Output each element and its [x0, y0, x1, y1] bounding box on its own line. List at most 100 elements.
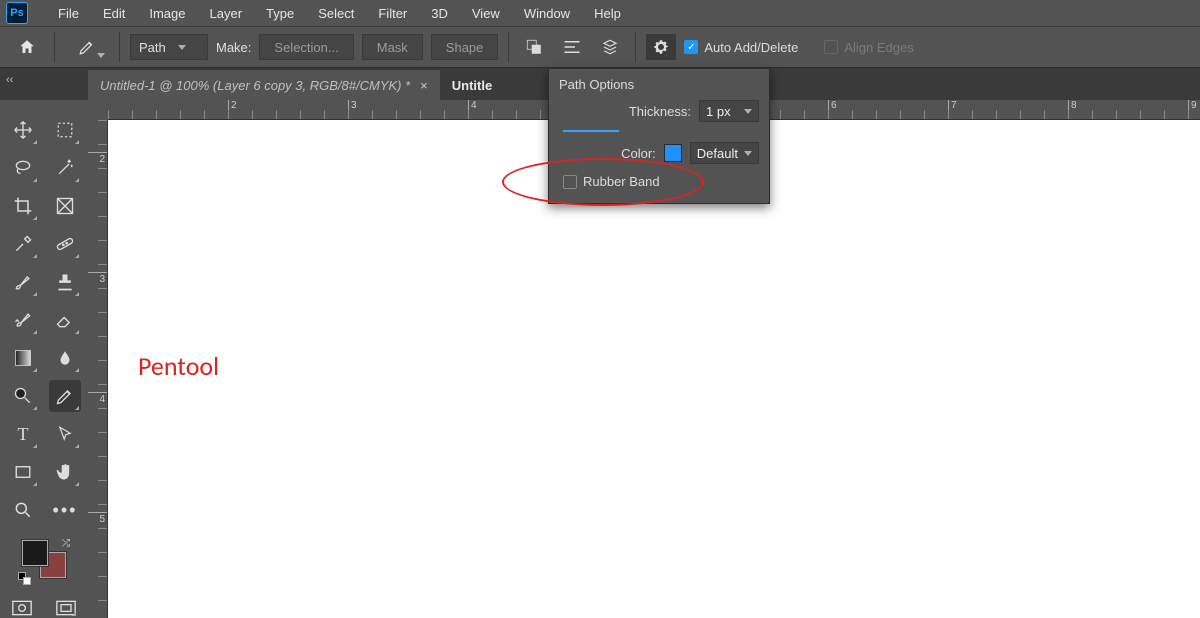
swap-colors-icon[interactable]: ⤮ — [62, 538, 70, 549]
lasso-icon — [13, 158, 33, 178]
rubber-band-label: Rubber Band — [583, 174, 660, 189]
eraser-tool[interactable] — [49, 304, 81, 336]
pen-tool[interactable] — [49, 380, 81, 412]
menu-filter[interactable]: Filter — [366, 0, 419, 26]
gradient-tool[interactable] — [7, 342, 39, 374]
menu-3d[interactable]: 3D — [419, 0, 460, 26]
thickness-label: Thickness: — [629, 104, 691, 119]
make-selection-button[interactable]: Selection... — [259, 34, 353, 60]
tab-title: Untitle — [452, 78, 492, 93]
healing-brush-tool[interactable] — [49, 228, 81, 260]
frame-tool[interactable] — [49, 190, 81, 222]
ruler-tick: 4 — [88, 392, 107, 405]
tool-preset-picker[interactable] — [65, 32, 109, 62]
menu-edit[interactable]: Edit — [91, 0, 137, 26]
menu-file[interactable]: File — [46, 0, 91, 26]
document-tab-2[interactable]: Untitle — [440, 70, 504, 100]
move-tool[interactable] — [7, 114, 39, 146]
color-label: Color: — [621, 146, 656, 161]
clone-stamp-tool[interactable] — [49, 266, 81, 298]
menu-select[interactable]: Select — [306, 0, 366, 26]
auto-add-delete-label: Auto Add/Delete — [704, 40, 798, 55]
ellipsis-icon: ••• — [53, 500, 78, 521]
menu-image[interactable]: Image — [137, 0, 197, 26]
history-brush-tool[interactable] — [7, 304, 39, 336]
dodge-tool[interactable] — [7, 380, 39, 412]
ruler-tick: 3 — [88, 272, 107, 285]
menu-type[interactable]: Type — [254, 0, 306, 26]
ruler-tick: 7 — [948, 100, 957, 119]
pen-icon — [78, 38, 96, 56]
gradient-icon — [14, 349, 32, 367]
ruler-tick: 3 — [348, 100, 357, 119]
menu-window[interactable]: Window — [512, 0, 582, 26]
menu-bar: Ps File Edit Image Layer Type Select Fil… — [0, 0, 1200, 26]
separator — [54, 32, 55, 62]
menu-view[interactable]: View — [460, 0, 512, 26]
history-brush-icon — [13, 310, 33, 330]
color-value: Default — [697, 146, 738, 161]
gear-icon — [652, 38, 670, 56]
make-shape-button[interactable]: Shape — [431, 34, 499, 60]
blur-tool[interactable] — [49, 342, 81, 374]
magic-wand-tool[interactable] — [49, 152, 81, 184]
stamp-icon — [55, 272, 75, 292]
home-button[interactable] — [10, 32, 44, 62]
hand-tool[interactable] — [49, 456, 81, 488]
brush-tool[interactable] — [7, 266, 39, 298]
zoom-tool[interactable] — [7, 494, 39, 526]
ruler-tick: 9 — [1188, 100, 1197, 119]
home-icon — [18, 38, 36, 56]
chevron-down-icon — [97, 53, 105, 58]
arrow-icon — [56, 424, 74, 444]
make-label: Make: — [216, 40, 251, 55]
crop-tool[interactable] — [7, 190, 39, 222]
document-tab-1[interactable]: Untitled-1 @ 100% (Layer 6 copy 3, RGB/8… — [88, 70, 440, 100]
screen-mode-button[interactable] — [54, 598, 78, 618]
path-arrangement-button[interactable] — [595, 34, 625, 60]
auto-add-delete-checkbox[interactable]: ✓ Auto Add/Delete — [684, 40, 798, 55]
tab-title: Untitled-1 @ 100% (Layer 6 copy 3, RGB/8… — [100, 78, 410, 93]
thickness-field[interactable]: 1 px — [699, 100, 759, 122]
eyedropper-icon — [13, 234, 33, 254]
color-swatch[interactable] — [664, 144, 682, 162]
color-dropdown[interactable]: Default — [690, 142, 759, 164]
type-icon: T — [18, 424, 29, 445]
marquee-icon — [56, 121, 74, 139]
edit-toolbar-button[interactable]: ••• — [49, 494, 81, 526]
thickness-value: 1 px — [706, 104, 731, 119]
crop-icon — [13, 196, 33, 216]
close-tab-icon[interactable]: × — [420, 78, 428, 93]
stack-icon — [601, 38, 619, 56]
ruler-origin[interactable] — [88, 100, 108, 120]
path-options-popover: Path Options Thickness: 1 px Color: Defa… — [548, 68, 770, 204]
make-mask-button[interactable]: Mask — [362, 34, 423, 60]
path-selection-tool[interactable] — [49, 418, 81, 450]
rubber-band-checkbox[interactable]: Rubber Band — [563, 174, 759, 189]
move-icon — [13, 120, 33, 140]
color-swatches[interactable]: ⤮ — [22, 540, 66, 578]
checkbox-empty-icon — [824, 40, 838, 54]
vertical-ruler[interactable]: 2 3 4 5 — [88, 120, 108, 618]
rectangle-icon — [14, 463, 32, 481]
path-operations-button[interactable] — [519, 34, 549, 60]
tool-panel: T ••• ⤮ — [0, 100, 88, 618]
lasso-tool[interactable] — [7, 152, 39, 184]
marquee-tool[interactable] — [49, 114, 81, 146]
foreground-color-swatch[interactable] — [22, 540, 48, 566]
tool-mode-dropdown[interactable]: Path — [130, 34, 208, 60]
menu-help[interactable]: Help — [582, 0, 633, 26]
panel-collapse-handle[interactable]: ‹‹ — [6, 74, 13, 86]
path-alignment-button[interactable] — [557, 34, 587, 60]
ruler-tick: 2 — [228, 100, 237, 119]
eyedropper-tool[interactable] — [7, 228, 39, 260]
type-tool[interactable]: T — [7, 418, 39, 450]
default-colors-icon[interactable] — [18, 572, 28, 582]
path-options-gear[interactable] — [646, 34, 676, 60]
menu-layer[interactable]: Layer — [198, 0, 255, 26]
quick-mask-button[interactable] — [10, 598, 34, 618]
rectangle-tool[interactable] — [7, 456, 39, 488]
dodge-icon — [13, 386, 33, 406]
checkbox-empty-icon — [563, 175, 577, 189]
checkbox-checked-icon: ✓ — [684, 40, 698, 54]
